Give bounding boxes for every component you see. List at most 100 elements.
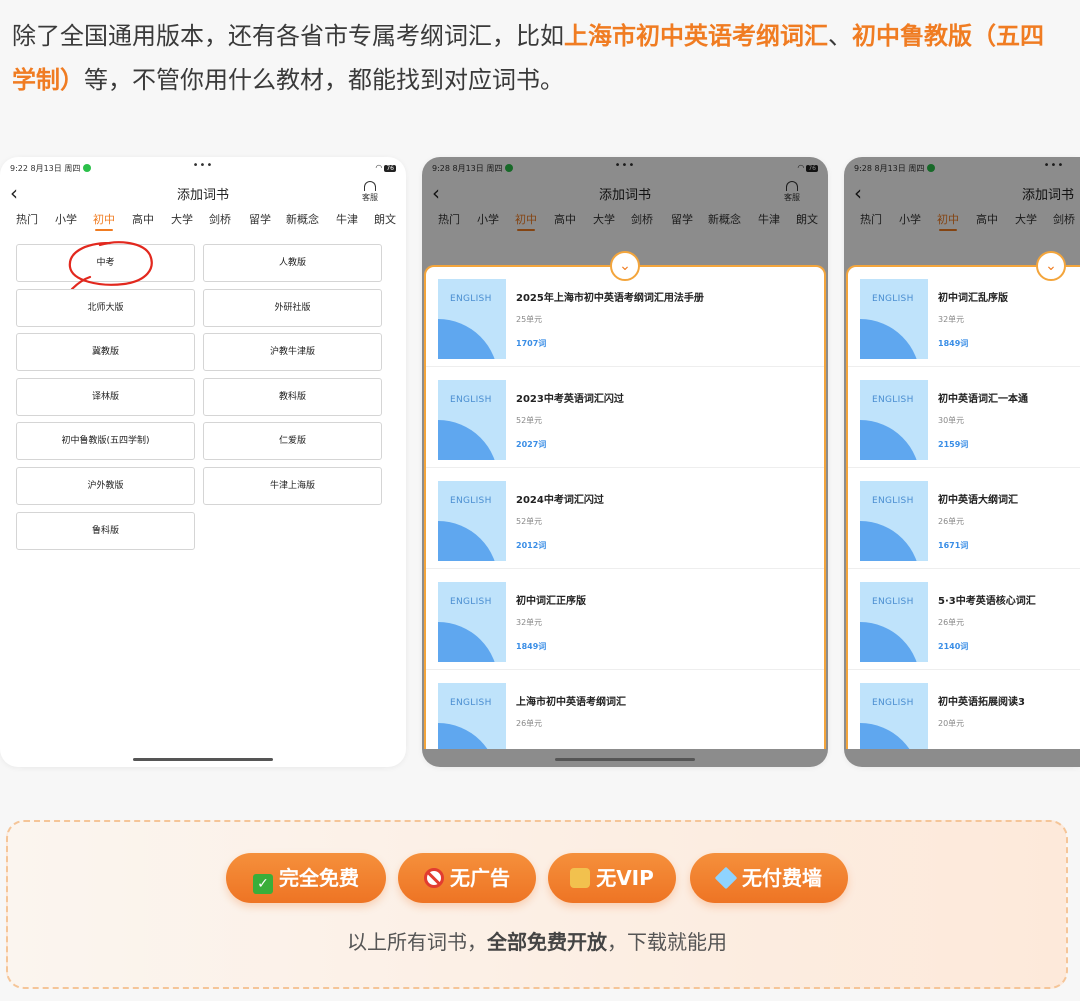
badge-1: 无广告 <box>398 853 536 903</box>
book-title: 2025年上海市初中英语考纲词汇用法手册 <box>516 293 704 304</box>
book-units: 52单元 <box>516 517 543 526</box>
cover-label: ENGLISH <box>872 496 914 506</box>
book-units: 30单元 <box>938 416 965 425</box>
no-entry-icon <box>424 868 444 888</box>
tab-5[interactable]: 剑桥 <box>209 211 231 227</box>
book-title: 5·3中考英语核心词汇 <box>938 596 1036 607</box>
book-list-sheet: ENGLISH 初中词汇乱序版 32单元 1849词 ENGLISH 初中英语词汇一本通 3… <box>846 265 1080 749</box>
badge-3: 无付费墙 <box>690 853 848 903</box>
tab-4[interactable]: 大学 <box>171 211 193 227</box>
wifi-icon: ◠ <box>375 163 383 172</box>
tab-7[interactable]: 新概念 <box>286 211 319 227</box>
book-units: 20单元 <box>938 719 965 728</box>
edition-button[interactable]: 冀教版 <box>16 333 195 372</box>
book-item[interactable]: ENGLISH 初中英语拓展阅读3 20单元 <box>848 671 1080 749</box>
book-item[interactable]: ENGLISH 初中词汇正序版 32单元 1849词 <box>426 570 824 670</box>
book-units: 25单元 <box>516 315 543 324</box>
intro-highlight-shanghai: 上海市初中英语考纲词汇 <box>564 22 828 50</box>
book-item[interactable]: ENGLISH 上海市初中英语考纲词汇 26单元 <box>426 671 824 749</box>
tab-6[interactable]: 留学 <box>249 211 271 227</box>
book-item[interactable]: ENGLISH 初中英语大纲词汇 26单元 1671词 <box>848 469 1080 569</box>
book-word-count: 1849词 <box>938 339 969 348</box>
cover-label: ENGLISH <box>450 597 492 607</box>
book-item[interactable]: ENGLISH 初中词汇乱序版 32单元 1849词 <box>848 267 1080 367</box>
book-cover: ENGLISH <box>860 481 928 561</box>
book-cover: ENGLISH <box>860 380 928 460</box>
page-title: 添加词书 <box>176 188 229 203</box>
badge-label: 无VIP <box>596 866 654 890</box>
book-cover: ENGLISH <box>438 683 506 749</box>
book-word-count: 1849词 <box>516 642 547 651</box>
book-title: 初中词汇乱序版 <box>938 293 1008 304</box>
book-word-count: 2012词 <box>516 541 547 550</box>
home-indicator <box>133 758 273 761</box>
edition-button[interactable]: 教科版 <box>203 377 382 416</box>
cover-label: ENGLISH <box>872 698 914 708</box>
tab-1[interactable]: 小学 <box>55 211 77 227</box>
intro-text-end: 等，不管你用什么教材，都能找到对应词书。 <box>84 66 564 94</box>
edition-button[interactable]: 译林版 <box>16 377 195 416</box>
book-item[interactable]: ENGLISH 2023中考英语词汇闪过 52单元 2027词 <box>426 368 824 468</box>
cover-shape <box>860 622 920 662</box>
edition-button[interactable]: 仁爱版 <box>203 422 382 461</box>
book-units: 32单元 <box>938 315 965 324</box>
wechat-icon <box>83 164 92 172</box>
headset-icon <box>364 181 376 191</box>
badge-2: 无VIP <box>548 853 676 903</box>
cover-label: ENGLISH <box>450 698 492 708</box>
book-word-count: 2159词 <box>938 440 969 449</box>
cover-shape <box>860 723 920 749</box>
book-cover: ENGLISH <box>438 279 506 359</box>
cover-shape <box>860 319 920 359</box>
book-word-count: 2140词 <box>938 642 969 651</box>
more-dots-icon: ••• <box>192 160 214 171</box>
cover-label: ENGLISH <box>450 496 492 506</box>
promo-text: 以上所有词书，全部免费开放，下载就能用 <box>347 930 727 954</box>
edition-button[interactable]: 北师大版 <box>16 288 195 327</box>
cover-label: ENGLISH <box>450 395 492 405</box>
tab-8[interactable]: 牛津 <box>336 211 358 227</box>
tab-0[interactable]: 热门 <box>16 211 38 227</box>
nav-bar: ‹ 添加词书 客服 <box>0 179 406 211</box>
tab-9[interactable]: 朗文 <box>374 211 396 227</box>
edition-button[interactable]: 牛津上海版 <box>203 467 382 505</box>
cover-shape <box>860 420 920 460</box>
gem-icon <box>714 866 738 890</box>
book-item[interactable]: ENGLISH 2025年上海市初中英语考纲词汇用法手册 25单元 1707词 <box>426 267 824 367</box>
screenshot-book-list-1: 9:28 8月13日 周四 ••• ◠ 76 ‹ 添加词书 客服 热门 小学 初中 高中… <box>422 157 828 767</box>
book-item[interactable]: ENGLISH 2024中考词汇闪过 52单元 2012词 <box>426 469 824 569</box>
book-word-count: 1671词 <box>938 541 969 550</box>
edition-button[interactable]: 人教版 <box>203 244 382 282</box>
status-time: 9:22 8月13日 周四 <box>10 164 81 173</box>
edition-button[interactable]: 鲁科版 <box>16 511 195 550</box>
battery-icon: 76 <box>384 165 396 172</box>
tab-3[interactable]: 高中 <box>132 211 154 227</box>
customer-service-button[interactable]: 客服 <box>362 181 378 203</box>
collapse-chevron-icon[interactable]: ⌄ <box>1036 251 1066 281</box>
edition-button[interactable]: 沪教牛津版 <box>203 333 382 372</box>
screenshot-book-list-2: 9:28 8月13日 周四 ••• ‹ 添加词书 热门 小学 初中 高中 大学 剑桥 EN… <box>844 157 1080 767</box>
book-item[interactable]: ENGLISH 初中英语词汇一本通 30单元 2159词 <box>848 368 1080 468</box>
promo-emphasis: 全部免费开放 <box>487 930 607 954</box>
book-title: 初中英语词汇一本通 <box>938 394 1028 405</box>
edition-button[interactable]: 初中鲁教版(五四学制) <box>16 422 195 461</box>
intro-text: 除了全国通用版本，还有各省市专属考纲词汇，比如 <box>12 22 564 50</box>
edition-button[interactable]: 外研社版 <box>203 288 382 327</box>
book-word-count: 2027词 <box>516 440 547 449</box>
badge-label: 无付费墙 <box>742 866 822 890</box>
cover-label: ENGLISH <box>872 395 914 405</box>
red-circle-annotation <box>68 241 153 289</box>
check-icon: ✓ <box>253 874 273 894</box>
tab-2[interactable]: 初中 <box>93 211 115 231</box>
book-title: 2023中考英语词汇闪过 <box>516 394 624 405</box>
book-units: 26单元 <box>516 719 543 728</box>
book-title: 初中词汇正序版 <box>516 596 586 607</box>
book-item[interactable]: ENGLISH 5·3中考英语核心词汇 26单元 2140词 <box>848 570 1080 670</box>
badge-label: 完全免费 <box>279 866 359 890</box>
home-indicator <box>555 758 695 761</box>
cover-shape <box>438 622 498 662</box>
collapse-chevron-icon[interactable]: ⌄ <box>610 251 640 281</box>
book-list-sheet: ENGLISH 2025年上海市初中英语考纲词汇用法手册 25单元 1707词 ENGL… <box>424 265 826 749</box>
edition-button[interactable]: 沪外教版 <box>16 467 195 505</box>
book-cover: ENGLISH <box>860 683 928 749</box>
